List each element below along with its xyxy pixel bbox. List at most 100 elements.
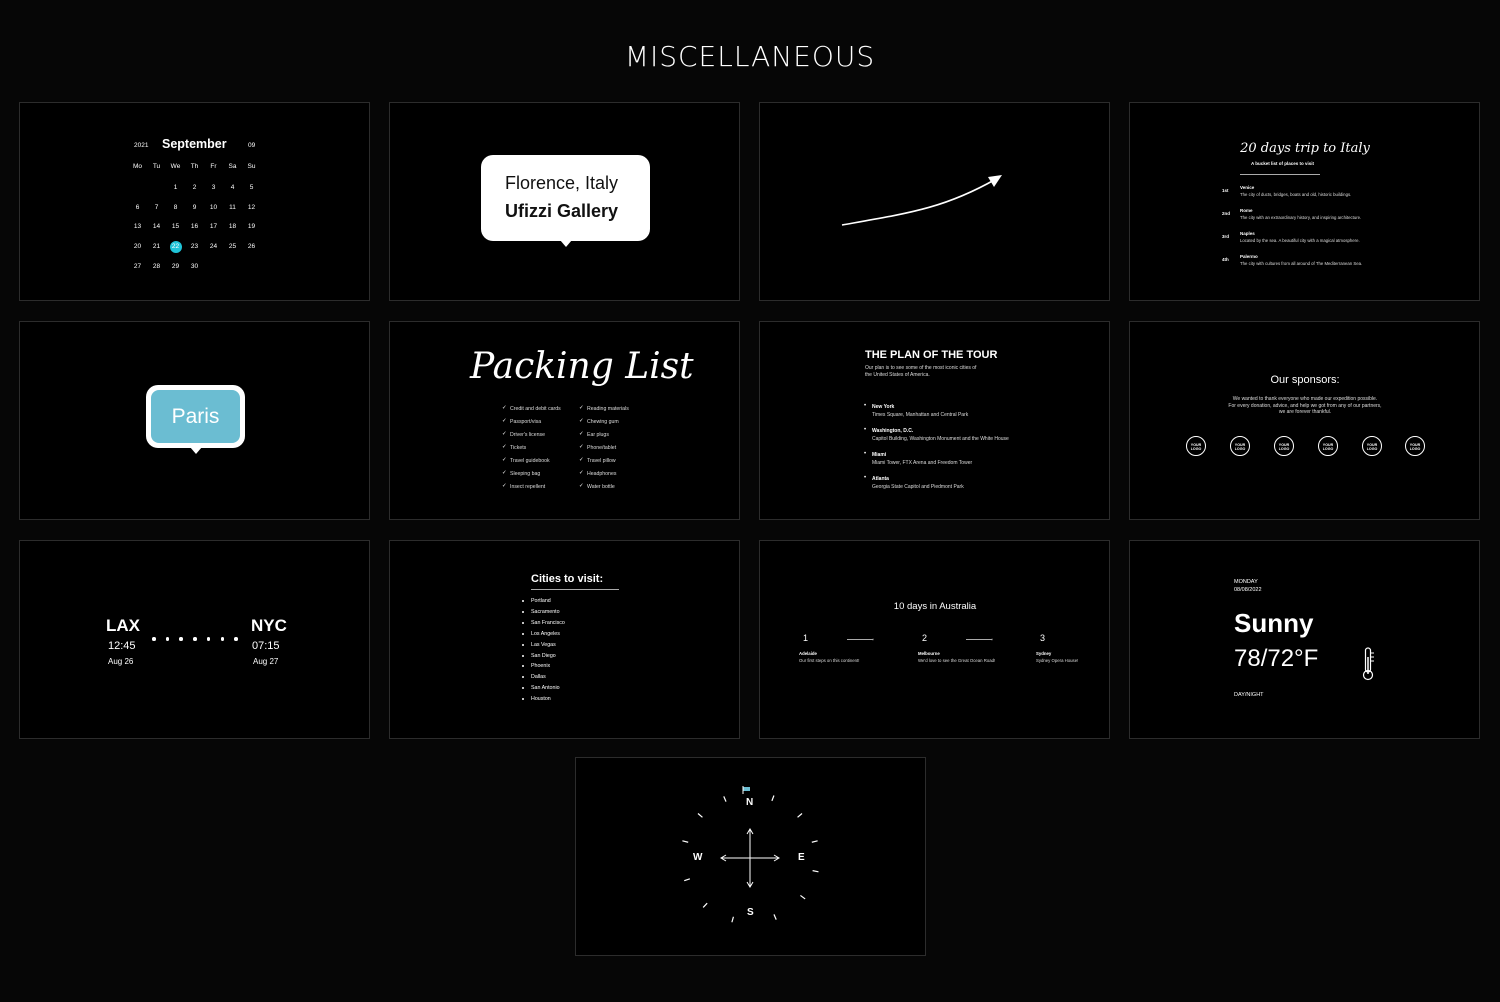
calendar-day[interactable]: 5 xyxy=(250,184,254,191)
calendar-day[interactable]: 24 xyxy=(210,243,217,250)
calendar-day[interactable]: 17 xyxy=(210,223,217,230)
slide-paris[interactable]: Paris xyxy=(19,321,370,520)
slide-calendar[interactable]: 2021 September 09 Mo Tu We Th Fr Sa Su 1 2 3 4 5 6 7 8… xyxy=(19,102,370,301)
flight-path-dot xyxy=(193,637,197,641)
weekday-label: Mo xyxy=(132,163,143,170)
weekday-label: Su xyxy=(247,163,256,170)
packing-item: Travel guidebook xyxy=(510,458,550,464)
calendar-day[interactable]: 6 xyxy=(136,204,140,211)
calendar-day[interactable]: 11 xyxy=(229,204,236,211)
calendar-day[interactable]: 30 xyxy=(191,263,198,270)
slide-australia[interactable]: 10 days in Australia 1 Adelaide Our first … xyxy=(759,540,1110,739)
tour-desc: Capitol Building, Washington Monument an… xyxy=(872,436,1009,442)
calendar-day[interactable]: 1 xyxy=(174,184,178,191)
bullet-icon xyxy=(522,687,524,690)
city-item: Los Angeles xyxy=(531,630,560,637)
calendar-day[interactable]: 8 xyxy=(174,204,178,211)
italy-rank: 2nd xyxy=(1222,211,1231,216)
calendar-day[interactable]: 9 xyxy=(193,204,197,211)
slide-weather[interactable]: MONDAY 08/08/2022 Sunny 78/72°F DAY/NIGH… xyxy=(1129,540,1480,739)
calendar-year: 2021 xyxy=(134,142,149,149)
calendar-day[interactable]: 27 xyxy=(134,263,141,270)
sponsor-logo: YOUR LOGO xyxy=(1186,436,1206,456)
italy-desc: The city of ducts, bridges, boats and ol… xyxy=(1240,192,1352,197)
slide-location-bubble[interactable]: Florence, Italy Ufizzi Gallery xyxy=(389,102,740,301)
tour-desc: Times Square, Manhattan and Central Park xyxy=(872,412,969,418)
calendar-day[interactable]: 13 xyxy=(134,223,141,230)
calendar-day[interactable]: 3 xyxy=(212,184,216,191)
tour-city: Washington, D.C. xyxy=(872,428,914,434)
slide-compass[interactable]: N S W E xyxy=(575,757,926,956)
calendar-day[interactable]: 16 xyxy=(191,223,198,230)
slide-tour-plan[interactable]: THE PLAN OF THE TOUR Our plan is to see … xyxy=(759,321,1110,520)
compass-tick xyxy=(771,795,775,802)
check-icon: ✓ xyxy=(579,470,584,476)
calendar-day[interactable]: 23 xyxy=(191,243,198,250)
italy-desc: The city with cultures from all around o… xyxy=(1240,261,1363,266)
packing-item: Phone/tablet xyxy=(587,445,617,451)
calendar-day[interactable]: 2 xyxy=(193,184,197,191)
bullet-icon xyxy=(522,654,524,657)
compass-tick xyxy=(682,840,689,843)
compass-tick xyxy=(731,916,735,923)
calendar-day[interactable]: 20 xyxy=(134,243,141,250)
slide-sponsors[interactable]: Our sponsors: We wanted to thank everyon… xyxy=(1129,321,1480,520)
check-icon: ✓ xyxy=(579,444,584,450)
calendar-day[interactable]: 19 xyxy=(248,223,255,230)
check-icon: ✓ xyxy=(502,470,507,476)
calendar-day[interactable]: 14 xyxy=(153,223,160,230)
check-icon: ✓ xyxy=(502,457,507,463)
calendar-day[interactable]: 12 xyxy=(248,204,255,211)
arrow-head-icon: › xyxy=(872,637,874,643)
arrow-icon: › xyxy=(847,637,874,643)
check-icon: ✓ xyxy=(502,483,507,489)
weekday-label: Fr xyxy=(210,163,217,170)
slide-italy-list[interactable]: 20 days trip to Italy A bucket list of p… xyxy=(1129,102,1480,301)
sponsor-logo: YOUR LOGO xyxy=(1405,436,1425,456)
step-desc: We'd love to see the Great Ocean Road! xyxy=(918,658,996,663)
slide-flight[interactable]: LAX 12:45 Aug 26 NYC 07:15 Aug 27 xyxy=(19,540,370,739)
page-title: MISCELLANEOUS xyxy=(624,40,876,73)
calendar-day[interactable]: 4 xyxy=(231,184,235,191)
tour-city: Miami xyxy=(872,452,887,458)
step-city: Adelaide xyxy=(799,651,817,656)
logo-text: LOGO xyxy=(1409,447,1421,451)
logo-text: LOGO xyxy=(1366,447,1378,451)
calendar-day[interactable]: 15 xyxy=(172,223,179,230)
sponsor-logo: YOUR LOGO xyxy=(1318,436,1338,456)
australia-title: 10 days in Australia xyxy=(893,601,977,612)
compass-tick xyxy=(797,813,803,818)
check-icon: ✓ xyxy=(579,418,584,424)
cities-title: Cities to visit: xyxy=(531,573,604,585)
calendar-day[interactable]: 22 xyxy=(169,240,182,253)
bullet-icon xyxy=(522,698,524,701)
calendar-day[interactable]: 7 xyxy=(155,204,159,211)
calendar-day[interactable]: 29 xyxy=(172,263,179,270)
city-item: Sacramento xyxy=(531,608,560,615)
flight-path-dot xyxy=(220,637,224,641)
flight-origin: LAX xyxy=(106,616,140,635)
slide-packing-list[interactable]: Packing List ✓ Credit and debit cards ✓ Pas… xyxy=(389,321,740,520)
tour-city: Atlanta xyxy=(872,476,889,482)
calendar-day[interactable]: 18 xyxy=(229,223,236,230)
calendar-month: September xyxy=(162,137,227,151)
calendar-day[interactable]: 25 xyxy=(229,243,236,250)
check-icon: ✓ xyxy=(502,444,507,450)
italy-desc: Located by the sea. A beautiful city wit… xyxy=(1240,238,1360,243)
city-item: San Francisco xyxy=(531,619,565,626)
weather-date: 08/08/2022 xyxy=(1234,587,1262,593)
calendar-day[interactable]: 10 xyxy=(210,204,217,211)
weather-condition: Sunny xyxy=(1234,608,1314,638)
compass-tick xyxy=(812,870,819,873)
calendar-day[interactable]: 28 xyxy=(153,263,160,270)
sponsor-logo: YOUR LOGO xyxy=(1230,436,1250,456)
calendar-day[interactable]: 21 xyxy=(153,243,160,250)
slide-curved-arrow[interactable] xyxy=(759,102,1110,301)
sponsor-logo: YOUR LOGO xyxy=(1274,436,1294,456)
calendar-day[interactable]: 26 xyxy=(248,243,255,250)
slide-cities[interactable]: Cities to visit: Portland Sacramento San F… xyxy=(389,540,740,739)
city-item: Portland xyxy=(531,598,551,604)
sponsor-logo: YOUR LOGO xyxy=(1362,436,1382,456)
logo-text: LOGO xyxy=(1234,447,1246,451)
logo-text: LOGO xyxy=(1322,447,1334,451)
